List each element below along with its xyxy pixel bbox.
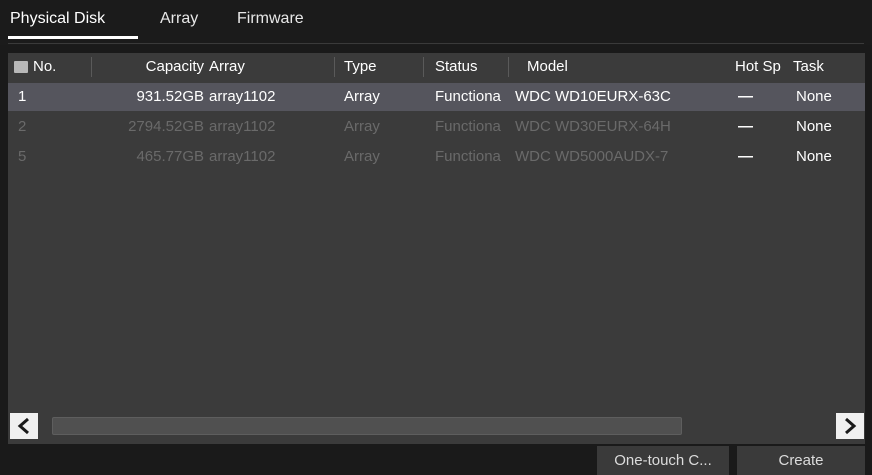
cell-capacity: 931.52GB: [136, 88, 204, 105]
table-row[interactable]: 2 2794.52GB array1102 Array Functiona WD…: [8, 113, 865, 141]
header-model[interactable]: Model: [527, 58, 568, 75]
cell-no: 5: [18, 148, 27, 165]
cell-array: array1102: [209, 118, 276, 135]
tab-firmware[interactable]: Firmware: [237, 10, 304, 28]
tab-divider: [8, 43, 864, 44]
cell-task: None: [796, 88, 832, 105]
table-row[interactable]: 5 465.77GB array1102 Array Functiona WDC…: [8, 143, 865, 171]
tab-array[interactable]: Array: [160, 10, 198, 28]
cell-type: Array: [344, 148, 380, 165]
cell-model: WDC WD10EURX-63C: [515, 88, 671, 105]
cell-task: None: [796, 118, 832, 135]
cell-capacity: 2794.52GB: [128, 118, 204, 135]
header-hot-spare[interactable]: Hot Sp: [735, 58, 791, 75]
header-no[interactable]: No.: [33, 58, 56, 75]
cell-status: Functiona: [435, 118, 501, 135]
column-divider[interactable]: [91, 57, 92, 77]
tab-bar: Physical Disk Array Firmware: [0, 0, 872, 45]
cell-status: Functiona: [435, 88, 501, 105]
cell-capacity: 465.77GB: [136, 148, 204, 165]
select-all-checkbox[interactable]: [14, 61, 28, 73]
cell-task: None: [796, 148, 832, 165]
column-divider[interactable]: [334, 57, 335, 77]
header-capacity[interactable]: Capacity: [98, 58, 204, 75]
header-type[interactable]: Type: [344, 58, 377, 75]
one-touch-config-button[interactable]: One-touch C...: [597, 446, 729, 475]
table-header: No. Capacity Array Type Status Model Hot…: [8, 53, 865, 81]
chevron-left-icon: [17, 417, 29, 435]
active-tab-indicator: [8, 36, 138, 39]
cell-no: 1: [18, 88, 27, 105]
cell-hot-spare: —: [738, 148, 753, 165]
raid-physical-disk-window: Physical Disk Array Firmware No. Capacit…: [0, 0, 872, 475]
cell-type: Array: [344, 118, 380, 135]
column-divider[interactable]: [508, 57, 509, 77]
table-row[interactable]: 1 931.52GB array1102 Array Functiona WDC…: [8, 83, 865, 111]
column-divider[interactable]: [423, 57, 424, 77]
cell-array: array1102: [209, 148, 276, 165]
create-button[interactable]: Create: [737, 446, 865, 475]
cell-no: 2: [18, 118, 27, 135]
cell-hot-spare: —: [738, 118, 753, 135]
cell-array: array1102: [209, 88, 276, 105]
cell-status: Functiona: [435, 148, 501, 165]
cell-type: Array: [344, 88, 380, 105]
tab-physical-disk[interactable]: Physical Disk: [10, 10, 105, 28]
scrollbar-thumb[interactable]: [52, 417, 682, 435]
cell-model: WDC WD5000AUDX-7: [515, 148, 669, 165]
horizontal-scrollbar[interactable]: [40, 415, 832, 437]
cell-model: WDC WD30EURX-64H: [515, 118, 671, 135]
scroll-right-button[interactable]: [836, 413, 864, 439]
chevron-right-icon: [845, 417, 857, 435]
header-task[interactable]: Task: [793, 58, 824, 75]
header-array[interactable]: Array: [209, 58, 245, 75]
scroll-left-button[interactable]: [10, 413, 38, 439]
cell-hot-spare: —: [738, 88, 753, 105]
header-status[interactable]: Status: [435, 58, 478, 75]
physical-disk-table: No. Capacity Array Type Status Model Hot…: [8, 53, 865, 444]
